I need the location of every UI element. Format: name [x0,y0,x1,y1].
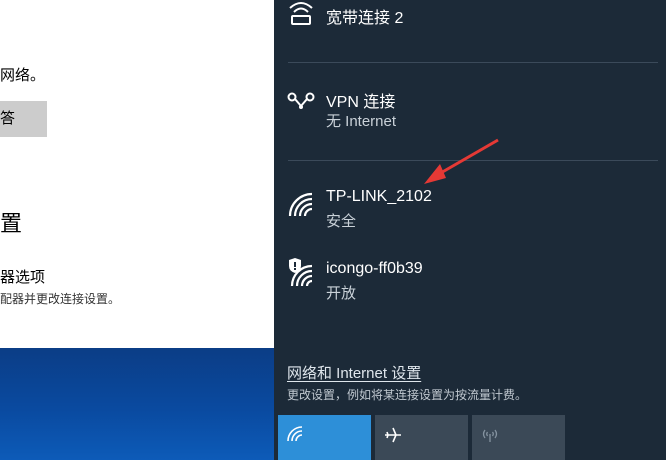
wifi-open-shield-icon [286,258,316,288]
network-name: icongo-ff0b39 [326,260,423,277]
network-item-tplink[interactable]: TP-LINK_2102 安全 [274,180,666,250]
divider [288,160,658,161]
wifi-icon [287,426,303,442]
settings-action-button[interactable]: 答 [0,101,47,137]
settings-window: 网络。 答 置 器选项 配器并更改连接设置。 [0,0,274,348]
network-item-broadband[interactable]: 宽带连接 2 [274,0,666,42]
network-internet-settings-link[interactable]: 网络和 Internet 设置 [287,362,421,383]
dialup-connection-icon [286,0,316,30]
mobile-hotspot-icon [482,429,498,442]
settings-section-heading: 置 [0,211,23,236]
network-name: TP-LINK_2102 [326,188,432,205]
wifi-toggle-tile[interactable] [278,415,371,460]
wifi-signal-icon [286,190,316,220]
change-adapter-options-desc: 配器并更改连接设置。 [0,292,121,306]
divider [288,62,658,63]
mobile-hotspot-tile[interactable] [472,415,565,460]
settings-description-text: 网络。 [0,67,46,84]
change-adapter-options-link[interactable]: 器选项 [0,266,45,287]
airplane-mode-tile[interactable] [375,415,468,460]
vpn-icon [286,86,316,116]
network-status: 开放 [326,285,357,302]
network-item-icongo[interactable]: icongo-ff0b39 开放 [274,252,666,322]
airplane-icon [385,427,401,443]
network-status: 无 Internet [326,113,397,130]
network-name: 宽带连接 2 [326,10,404,27]
network-flyout: 宽带连接 2 VPN 连接 无 Internet TP-LINK_2102 安全… [274,0,666,460]
network-name: VPN 连接 [326,94,396,111]
network-status: 安全 [326,213,357,230]
network-settings-description: 更改设置，例如将某连接设置为按流量计费。 [287,388,528,402]
network-item-vpn[interactable]: VPN 连接 无 Internet [274,80,666,150]
desktop-wallpaper [0,348,274,460]
